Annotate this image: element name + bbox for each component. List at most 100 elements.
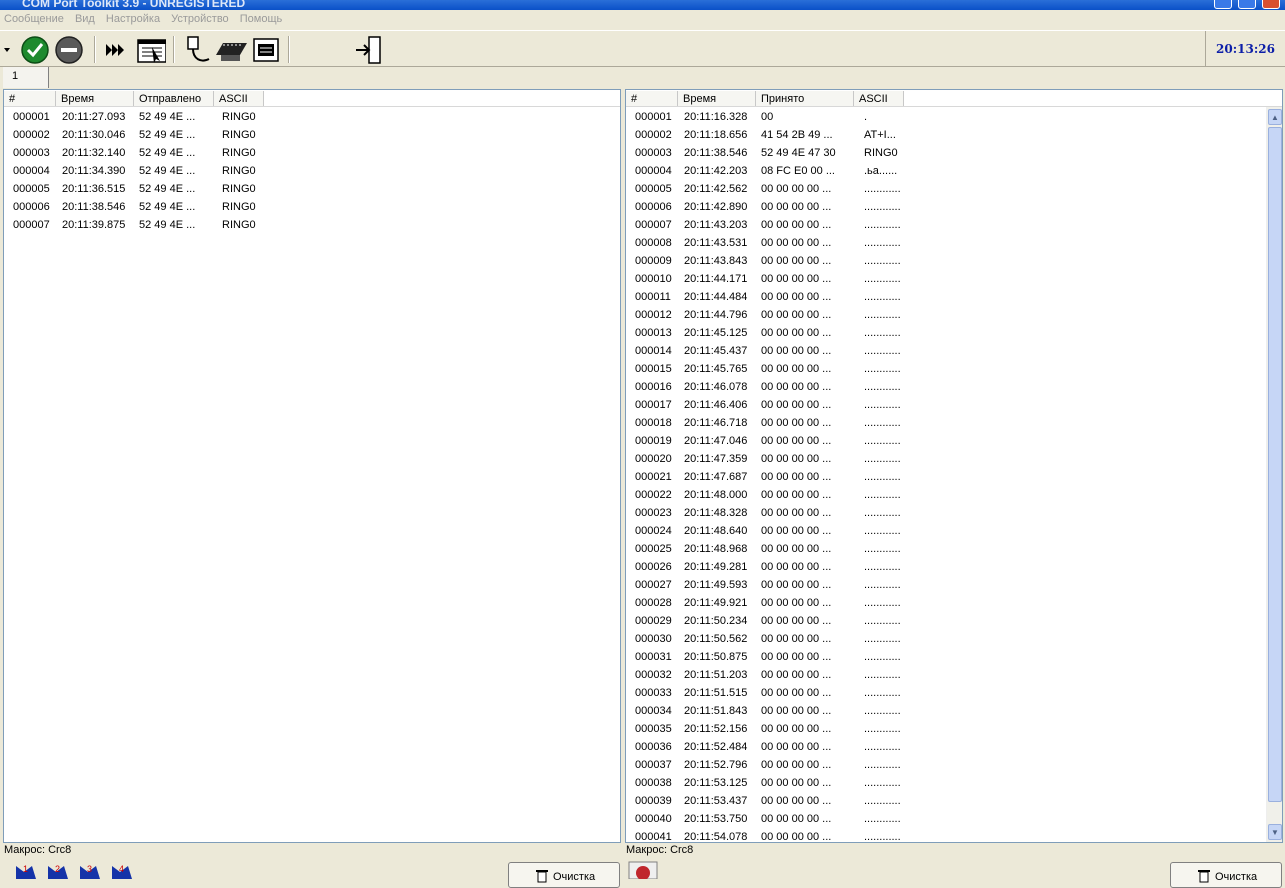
menu-view[interactable]: Вид [71,10,99,25]
table-row[interactable]: 000002 20:11:18.656 41 54 2B 49 ... AT+I... [626,126,1282,144]
table-row[interactable]: 000039 20:11:53.437 00 00 00 00 ..........… [626,792,1282,810]
row-ascii: ............ [864,669,901,681]
table-row[interactable]: 000005 20:11:42.562 00 00 00 00 ..........… [626,180,1282,198]
menu-help[interactable]: Помощь [236,10,287,25]
table-row[interactable]: 000021 20:11:47.687 00 00 00 00 ..........… [626,468,1282,486]
table-row[interactable]: 000027 20:11:49.593 00 00 00 00 ..........… [626,576,1282,594]
table-row[interactable]: 000016 20:11:46.078 00 00 00 00 ..........… [626,378,1282,396]
row-ascii: ............ [864,561,901,573]
received-scrollbar[interactable]: ▲ ▼ [1266,107,1282,842]
row-data: 00 00 00 00 ... [761,633,832,645]
received-clear-button[interactable]: Очистка [1170,862,1282,888]
connect-button[interactable] [20,35,50,65]
dropdown-arrow-icon[interactable] [2,35,12,65]
macro-1-icon[interactable]: 1 [14,862,38,879]
table-row[interactable]: 000024 20:11:48.640 00 00 00 00 ..........… [626,522,1282,540]
device-button[interactable] [213,35,249,65]
menu-device[interactable]: Устройство [167,10,233,25]
minimize-button[interactable] [1214,0,1232,9]
table-row[interactable]: 000013 20:11:45.125 00 00 00 00 ..........… [626,324,1282,342]
table-row[interactable]: 000040 20:11:53.750 00 00 00 00 ..........… [626,810,1282,828]
table-row[interactable]: 000015 20:11:45.765 00 00 00 00 ..........… [626,360,1282,378]
table-row[interactable]: 000038 20:11:53.125 00 00 00 00 ..........… [626,774,1282,792]
table-row[interactable]: 000008 20:11:43.531 00 00 00 00 ..........… [626,234,1282,252]
table-row[interactable]: 000035 20:11:52.156 00 00 00 00 ..........… [626,720,1282,738]
table-row[interactable]: 000006 20:11:42.890 00 00 00 00 ..........… [626,198,1282,216]
close-button[interactable] [1262,0,1280,9]
table-row[interactable]: 000041 20:11:54.078 00 00 00 00 ..........… [626,828,1282,843]
table-row[interactable]: 000009 20:11:43.843 00 00 00 00 ..........… [626,252,1282,270]
table-row[interactable]: 000026 20:11:49.281 00 00 00 00 ..........… [626,558,1282,576]
exit-button[interactable] [353,35,383,65]
table-row[interactable]: 000003 20:11:32.140 52 49 4E ... RING0 [4,144,620,162]
table-row[interactable]: 000003 20:11:38.546 52 49 4E 47 30 RING0 [626,144,1282,162]
log-window-button[interactable] [136,35,166,65]
table-row[interactable]: 000022 20:11:48.000 00 00 00 00 ..........… [626,486,1282,504]
table-row[interactable]: 000014 20:11:45.437 00 00 00 00 ..........… [626,342,1282,360]
table-row[interactable]: 000023 20:11:48.328 00 00 00 00 ..........… [626,504,1282,522]
table-row[interactable]: 000018 20:11:46.718 00 00 00 00 ..........… [626,414,1282,432]
table-row[interactable]: 000007 20:11:43.203 00 00 00 00 ..........… [626,216,1282,234]
row-time: 20:11:54.078 [684,831,748,843]
table-row[interactable]: 000017 20:11:46.406 00 00 00 00 ..........… [626,396,1282,414]
table-row[interactable]: 000032 20:11:51.203 00 00 00 00 ..........… [626,666,1282,684]
received-log-list[interactable]: # Время Принято ASCII 000001 20:11:16.328… [625,89,1283,843]
table-row[interactable]: 000019 20:11:47.046 00 00 00 00 ..........… [626,432,1282,450]
table-row[interactable]: 000025 20:11:48.968 00 00 00 00 ..........… [626,540,1282,558]
port-settings-button[interactable] [183,35,213,65]
table-row[interactable]: 000002 20:11:30.046 52 49 4E ... RING0 [4,126,620,144]
row-data: 00 00 00 00 ... [761,525,832,537]
tab-1[interactable]: 1 [3,67,49,88]
table-row[interactable]: 000030 20:11:50.562 00 00 00 00 ..........… [626,630,1282,648]
sent-log-list[interactable]: # Время Отправлено ASCII 000001 20:11:27.… [3,89,621,843]
table-row[interactable]: 000033 20:11:51.515 00 00 00 00 ..........… [626,684,1282,702]
chip-board-icon [216,43,247,61]
scroll-down-button[interactable]: ▼ [1268,824,1282,840]
svg-text:2: 2 [55,864,60,874]
macro-2-icon[interactable]: 2 [46,862,70,879]
scroll-thumb[interactable] [1268,127,1282,802]
table-row[interactable]: 000007 20:11:39.875 52 49 4E ... RING0 [4,216,620,234]
table-row[interactable]: 000011 20:11:44.484 00 00 00 00 ..........… [626,288,1282,306]
table-row[interactable]: 000006 20:11:38.546 52 49 4E ... RING0 [4,198,620,216]
table-row[interactable]: 000036 20:11:52.484 00 00 00 00 ..........… [626,738,1282,756]
row-time: 20:11:43.203 [684,219,748,231]
col-sent-header[interactable]: Отправлено [134,91,214,106]
macro-4-icon[interactable]: 4 [110,862,134,879]
table-row[interactable]: 000031 20:11:50.875 00 00 00 00 ..........… [626,648,1282,666]
col-time-header[interactable]: Время [678,91,756,106]
scroll-up-button[interactable]: ▲ [1268,109,1282,125]
table-row[interactable]: 000005 20:11:36.515 52 49 4E ... RING0 [4,180,620,198]
col-number-header[interactable]: # [4,91,56,106]
row-number: 000008 [635,237,672,249]
row-ascii: ............ [864,525,901,537]
table-row[interactable]: 000028 20:11:49.921 00 00 00 00 ..........… [626,594,1282,612]
table-row[interactable]: 000001 20:11:16.328 00. [626,108,1282,126]
macro-3-icon[interactable]: 3 [78,862,102,879]
col-number-header[interactable]: # [626,91,678,106]
table-row[interactable]: 000001 20:11:27.093 52 49 4E ... RING0 [4,108,620,126]
table-row[interactable]: 000004 20:11:34.390 52 49 4E ... RING0 [4,162,620,180]
menu-settings[interactable]: Настройка [102,10,164,25]
row-ascii: ............ [864,417,901,429]
col-ascii-header[interactable]: ASCII [214,91,264,106]
row-data: 08 FC E0 00 ... [761,165,835,177]
table-row[interactable]: 000004 20:11:42.203 08 FC E0 00 ... .ьа....… [626,162,1282,180]
col-received-header[interactable]: Принято [756,91,854,106]
table-row[interactable]: 000029 20:11:50.234 00 00 00 00 ..........… [626,612,1282,630]
col-ascii-header[interactable]: ASCII [854,91,904,106]
sent-clear-button[interactable]: Очистка [508,862,620,888]
table-row[interactable]: 000012 20:11:44.796 00 00 00 00 ..........… [626,306,1282,324]
terminal-button[interactable] [251,35,281,65]
send-button[interactable] [101,35,131,65]
maximize-button[interactable] [1238,0,1256,9]
table-row[interactable]: 000010 20:11:44.171 00 00 00 00 ..........… [626,270,1282,288]
stop-sign-icon[interactable] [628,861,658,879]
table-row[interactable]: 000034 20:11:51.843 00 00 00 00 ..........… [626,702,1282,720]
menu-message[interactable]: Сообщение [0,10,68,25]
table-row[interactable]: 000020 20:11:47.359 00 00 00 00 ..........… [626,450,1282,468]
row-number: 000018 [635,417,672,429]
disconnect-button[interactable] [54,35,84,65]
col-time-header[interactable]: Время [56,91,134,106]
table-row[interactable]: 000037 20:11:52.796 00 00 00 00 ..........… [626,756,1282,774]
